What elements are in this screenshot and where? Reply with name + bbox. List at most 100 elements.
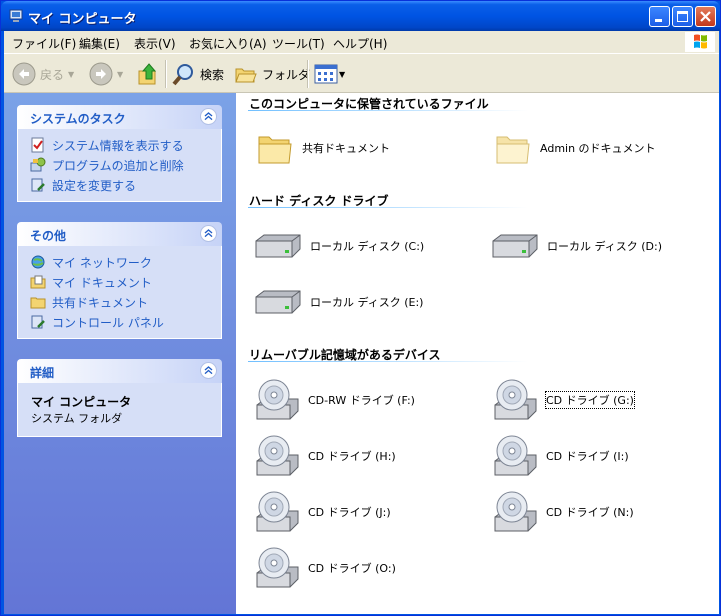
admin-documents-item[interactable]: Admin のドキュメント <box>494 129 656 167</box>
shared-documents-item[interactable]: 共有ドキュメント <box>256 129 390 167</box>
back-arrow-icon <box>12 62 36 86</box>
maximize-button[interactable] <box>672 6 693 27</box>
other-control-panel[interactable]: コントロール パネル <box>18 312 221 332</box>
item-label: 共有ドキュメント <box>302 142 390 155</box>
details-name: マイ コンピュータ <box>31 395 132 409</box>
cd-drive-icon <box>494 491 537 532</box>
cd-drive-g[interactable]: CD ドライブ (G:) <box>492 377 635 423</box>
back-button[interactable]: 戻る ▼ <box>12 61 74 87</box>
cd-drive-f[interactable]: CD-RW ドライブ (F:) <box>254 377 415 423</box>
forward-dropdown-icon[interactable]: ▼ <box>117 70 123 79</box>
system-tasks-panel: システムのタスク システム情報を表示する プログラムの追加と削除 設定を変更する <box>17 105 222 202</box>
views-dropdown-icon[interactable]: ▼ <box>339 70 345 79</box>
search-icon <box>172 64 193 86</box>
menu-view[interactable]: 表示(V) <box>134 35 176 52</box>
local-disk-c[interactable]: ローカル ディスク (C:) <box>254 233 424 259</box>
menu-file[interactable]: ファイル(F) <box>12 35 76 52</box>
collapse-icon[interactable] <box>200 225 217 242</box>
file-view: このコンピュータに保管されているファイル 共有ドキュメント Admin のドキュ… <box>236 93 719 614</box>
menu-favorites[interactable]: お気に入り(A) <box>189 35 267 52</box>
other-my-documents[interactable]: マイ ドキュメント <box>18 272 221 292</box>
folder-icon <box>30 297 46 309</box>
cd-drive-icon <box>256 435 299 476</box>
item-label: CD ドライブ (I:) <box>546 450 629 463</box>
close-button[interactable] <box>695 6 716 27</box>
control-panel-icon <box>31 178 45 192</box>
computer-icon <box>9 9 23 22</box>
close-icon <box>700 11 711 22</box>
control-panel-icon <box>31 315 45 329</box>
task-add-remove-programs[interactable]: プログラムの追加と削除 <box>18 155 221 175</box>
menu-edit[interactable]: 編集(E) <box>79 35 120 52</box>
window-title: マイ コンピュータ <box>28 12 137 27</box>
minimize-button[interactable] <box>649 6 670 27</box>
up-folder-button[interactable] <box>136 61 160 87</box>
search-label: 検索 <box>200 67 225 82</box>
windows-logo-icon <box>685 32 715 52</box>
back-dropdown-icon[interactable]: ▼ <box>68 70 74 79</box>
task-view-system-info[interactable]: システム情報を表示する <box>18 135 221 155</box>
hard-disk-icon <box>492 234 538 258</box>
cd-drive-i[interactable]: CD ドライブ (I:) <box>492 433 629 479</box>
item-label: CD ドライブ (H:) <box>308 450 396 463</box>
item-label: CD-RW ドライブ (F:) <box>308 394 415 407</box>
local-disk-e[interactable]: ローカル ディスク (E:) <box>254 289 423 315</box>
toolbar: 戻る ▼ ▼ 検索 フォルダ ▼ <box>4 54 719 93</box>
details-panel: 詳細 マイ コンピュータ システム フォルダ <box>17 359 222 437</box>
network-icon <box>31 255 45 269</box>
folders-label: フォルダ <box>262 67 311 82</box>
local-disk-d[interactable]: ローカル ディスク (D:) <box>491 233 662 259</box>
folders-button[interactable]: フォルダ <box>234 61 310 87</box>
menu-help[interactable]: ヘルプ(H) <box>333 35 387 52</box>
task-change-settings[interactable]: 設定を変更する <box>18 175 221 195</box>
cd-drive-o[interactable]: CD ドライブ (O:) <box>254 545 396 591</box>
hard-disk-icon <box>255 290 301 314</box>
item-label: CD ドライブ (N:) <box>546 506 634 519</box>
system-info-icon <box>31 137 44 153</box>
other-places-header[interactable]: その他 <box>17 222 222 246</box>
task-label: プログラムの追加と削除 <box>52 158 184 173</box>
cd-drive-j[interactable]: CD ドライブ (J:) <box>254 489 391 535</box>
collapse-icon[interactable] <box>200 108 217 125</box>
back-label: 戻る <box>40 67 65 82</box>
item-label: CD ドライブ (J:) <box>308 506 391 519</box>
task-label: システム情報を表示する <box>52 138 184 153</box>
item-label: Admin のドキュメント <box>540 142 656 155</box>
collapse-icon[interactable] <box>200 362 217 379</box>
menu-bar: ファイル(F) 編集(E) 表示(V) お気に入り(A) ツール(T) ヘルプ(… <box>4 31 719 54</box>
details-header[interactable]: 詳細 <box>17 359 222 383</box>
up-folder-icon <box>138 63 157 85</box>
cd-drive-icon <box>256 491 299 532</box>
item-label: ローカル ディスク (D:) <box>547 240 662 253</box>
cd-drive-n[interactable]: CD ドライブ (N:) <box>492 489 634 535</box>
forward-arrow-icon <box>89 62 113 86</box>
task-label: 設定を変更する <box>52 178 137 193</box>
my-documents-icon <box>30 275 46 289</box>
content-area: システムのタスク システム情報を表示する プログラムの追加と削除 設定を変更する <box>4 93 719 614</box>
other-shared-documents[interactable]: 共有ドキュメント <box>18 292 221 312</box>
search-button[interactable]: 検索 <box>172 61 224 87</box>
title-bar[interactable]: マイ コンピュータ <box>1 1 720 31</box>
cd-drive-icon <box>494 379 537 420</box>
details-subtitle: システム フォルダ <box>31 412 123 425</box>
item-label: ローカル ディスク (E:) <box>310 296 424 309</box>
other-label: マイ ドキュメント <box>52 275 152 290</box>
forward-button[interactable]: ▼ <box>89 61 123 87</box>
other-label: 共有ドキュメント <box>52 295 149 310</box>
cd-drive-icon <box>256 547 299 588</box>
system-tasks-title: システムのタスク <box>30 112 126 126</box>
other-my-network[interactable]: マイ ネットワーク <box>18 252 221 272</box>
system-tasks-header[interactable]: システムのタスク <box>17 105 222 129</box>
minimize-icon <box>655 19 662 22</box>
hard-disk-icon <box>255 234 301 258</box>
maximize-icon <box>677 11 688 22</box>
menu-tools[interactable]: ツール(T) <box>272 35 325 52</box>
views-icon <box>314 64 338 84</box>
views-button[interactable]: ▼ <box>314 61 345 87</box>
item-label: CD ドライブ (G:) <box>545 391 635 409</box>
other-label: コントロール パネル <box>52 315 164 330</box>
item-label: CD ドライブ (O:) <box>308 562 396 575</box>
item-label: ローカル ディスク (C:) <box>310 240 425 253</box>
folders-icon <box>235 68 257 83</box>
cd-drive-h[interactable]: CD ドライブ (H:) <box>254 433 396 479</box>
